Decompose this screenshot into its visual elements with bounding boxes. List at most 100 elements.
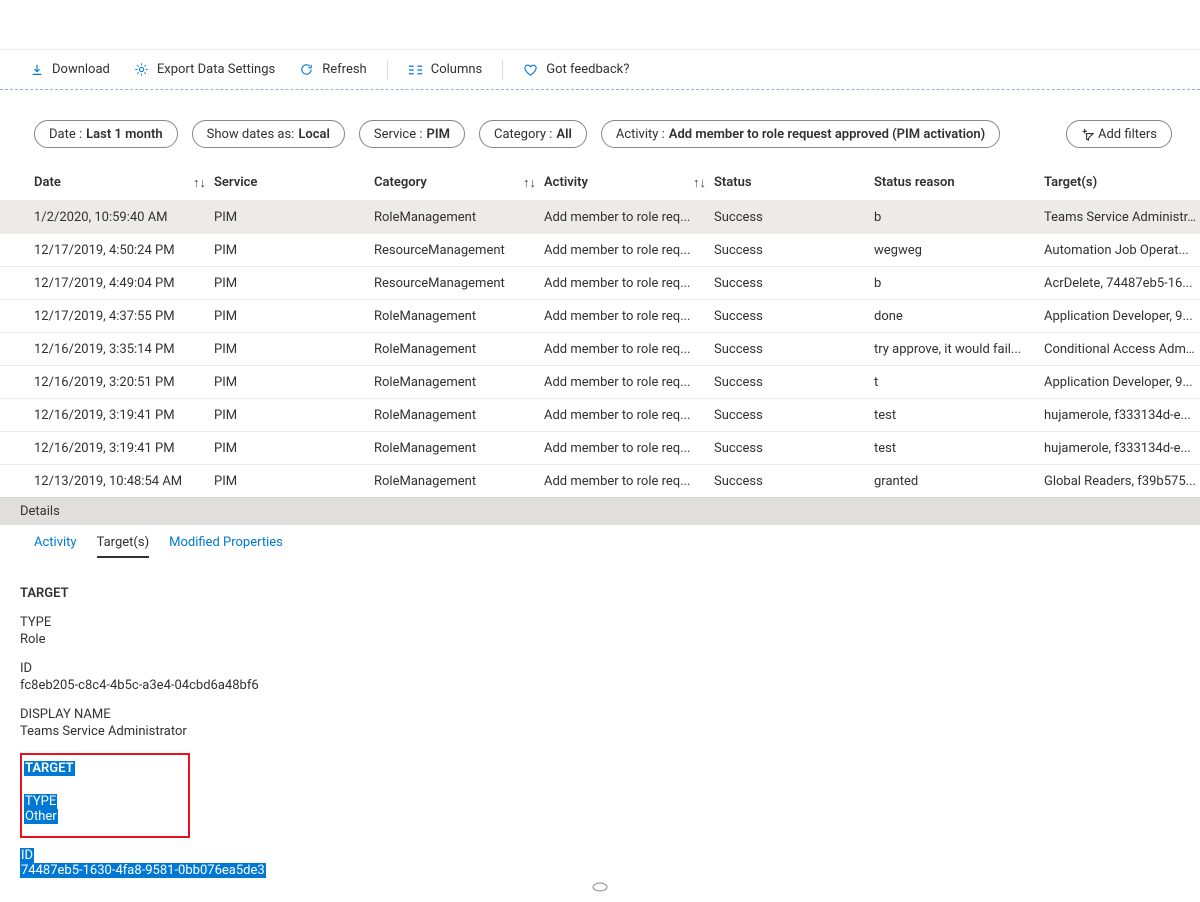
cell-activity: Add member to role req...: [544, 276, 714, 291]
gear-icon: [134, 62, 149, 77]
tab-targets[interactable]: Target(s): [97, 531, 150, 558]
col-status[interactable]: Status: [714, 175, 874, 190]
tab-modified-properties[interactable]: Modified Properties: [169, 531, 283, 558]
splitter-handle[interactable]: [592, 881, 608, 891]
cell-date: 12/16/2019, 3:35:14 PM: [34, 342, 214, 357]
filter-pill-showdates[interactable]: Show dates as: Local: [192, 120, 345, 148]
col-targets[interactable]: Target(s): [1044, 175, 1200, 190]
cell-activity: Add member to role req...: [544, 474, 714, 489]
cell-status: Success: [714, 342, 874, 357]
cell-targets: hujamerole, f333134d-e...: [1044, 441, 1200, 456]
separator: [387, 60, 388, 80]
table-row[interactable]: 12/16/2019, 3:19:41 PMPIMRoleManagementA…: [0, 431, 1200, 464]
cell-targets: Application Developer, 9...: [1044, 309, 1200, 324]
columns-label: Columns: [431, 62, 483, 77]
table-row[interactable]: 12/17/2019, 4:49:04 PMPIMResourceManagem…: [0, 266, 1200, 299]
cell-category: RoleManagement: [374, 408, 544, 423]
type-label: TYPE: [20, 615, 1180, 630]
filter-value: Add member to role request approved (PIM…: [669, 127, 985, 142]
details-body: TARGET TYPE Role ID fc8eb205-c8c4-4b5c-a…: [0, 558, 1200, 888]
separator: [502, 60, 503, 80]
type-value-2: Other: [24, 809, 58, 824]
table-row[interactable]: 12/13/2019, 10:48:54 AMPIMRoleManagement…: [0, 464, 1200, 497]
col-category[interactable]: Category ↑↓: [374, 175, 544, 191]
cell-date: 1/2/2020, 10:59:40 AM: [34, 210, 214, 225]
cell-status: Success: [714, 441, 874, 456]
id-value-2: 74487eb5-1630-4fa8-9581-0bb076ea5de3: [20, 863, 266, 878]
col-label: Service: [214, 175, 257, 190]
filter-key: Service :: [374, 127, 423, 142]
cell-activity: Add member to role req...: [544, 375, 714, 390]
feedback-button[interactable]: Got feedback?: [513, 54, 639, 86]
filter-key: Category :: [494, 127, 552, 142]
tab-activity[interactable]: Activity: [34, 531, 77, 558]
cell-service: PIM: [214, 276, 374, 291]
filter-key: Show dates as:: [207, 127, 295, 142]
cell-reason: try approve, it would fail...: [874, 342, 1044, 357]
table-header: Date ↑↓ Service Category ↑↓ Activity ↑↓ …: [0, 164, 1200, 200]
cell-status: Success: [714, 408, 874, 423]
cell-targets: Conditional Access Adm...: [1044, 342, 1200, 357]
audit-log-table: Date ↑↓ Service Category ↑↓ Activity ↑↓ …: [0, 164, 1200, 497]
col-label: Activity: [544, 175, 588, 190]
cell-targets: Application Developer, 9...: [1044, 375, 1200, 390]
annotation-box: TARGET TYPE Other: [20, 753, 190, 838]
heart-icon: [523, 63, 538, 77]
col-date[interactable]: Date ↑↓: [34, 175, 214, 191]
id-label-2: ID: [20, 848, 34, 863]
cell-service: PIM: [214, 309, 374, 324]
details-tabs: Activity Target(s) Modified Properties: [0, 525, 1200, 558]
sort-icon: ↑↓: [693, 175, 706, 191]
col-status-reason[interactable]: Status reason: [874, 175, 1044, 190]
cell-status: Success: [714, 375, 874, 390]
sort-icon: ↑↓: [523, 175, 536, 191]
table-row[interactable]: 12/17/2019, 4:50:24 PMPIMResourceManagem…: [0, 233, 1200, 266]
target-section-label: TARGET: [20, 586, 1180, 601]
cell-targets: hujamerole, f333134d-e...: [1044, 408, 1200, 423]
table-row[interactable]: 12/16/2019, 3:35:14 PMPIMRoleManagementA…: [0, 332, 1200, 365]
export-data-settings-button[interactable]: Export Data Settings: [124, 54, 285, 86]
cell-targets: AcrDelete, 74487eb5-16...: [1044, 276, 1200, 291]
filter-value: Last 1 month: [86, 127, 162, 142]
filter-pill-service[interactable]: Service : PIM: [359, 120, 465, 148]
cell-status: Success: [714, 243, 874, 258]
add-filters-label: Add filters: [1098, 127, 1157, 142]
cell-date: 12/16/2019, 3:19:41 PM: [34, 441, 214, 456]
col-service[interactable]: Service: [214, 175, 374, 190]
cell-activity: Add member to role req...: [544, 210, 714, 225]
table-row[interactable]: 1/2/2020, 10:59:40 AMPIMRoleManagementAd…: [0, 200, 1200, 233]
filter-pill-activity[interactable]: Activity : Add member to role request ap…: [601, 120, 1000, 148]
col-label: Date: [34, 175, 61, 190]
cell-service: PIM: [214, 243, 374, 258]
filter-bar: Date : Last 1 month Show dates as: Local…: [0, 90, 1200, 164]
cell-reason: b: [874, 210, 1044, 225]
columns-button[interactable]: Columns: [398, 54, 493, 86]
cell-reason: b: [874, 276, 1044, 291]
table-row[interactable]: 12/16/2019, 3:19:41 PMPIMRoleManagementA…: [0, 398, 1200, 431]
filter-value: PIM: [427, 127, 450, 142]
table-row[interactable]: 12/16/2019, 3:20:51 PMPIMRoleManagementA…: [0, 365, 1200, 398]
cell-status: Success: [714, 276, 874, 291]
cell-date: 12/16/2019, 3:19:41 PM: [34, 408, 214, 423]
filter-key: Activity :: [616, 127, 665, 142]
download-label: Download: [52, 62, 110, 77]
cell-activity: Add member to role req...: [544, 342, 714, 357]
col-activity[interactable]: Activity ↑↓: [544, 175, 714, 191]
table-row[interactable]: 12/17/2019, 4:37:55 PMPIMRoleManagementA…: [0, 299, 1200, 332]
cell-reason: test: [874, 441, 1044, 456]
refresh-button[interactable]: Refresh: [289, 54, 376, 86]
download-button[interactable]: Download: [20, 54, 120, 86]
columns-icon: [408, 64, 423, 76]
cell-category: RoleManagement: [374, 342, 544, 357]
filter-pill-category[interactable]: Category : All: [479, 120, 587, 148]
sort-icon: ↑↓: [193, 175, 206, 191]
cell-date: 12/16/2019, 3:20:51 PM: [34, 375, 214, 390]
cell-reason: granted: [874, 474, 1044, 489]
filter-key: Date :: [49, 127, 82, 142]
id-label: ID: [20, 661, 1180, 676]
cell-category: RoleManagement: [374, 441, 544, 456]
filter-pill-date[interactable]: Date : Last 1 month: [34, 120, 178, 148]
cell-service: PIM: [214, 408, 374, 423]
add-filters-button[interactable]: Add filters: [1066, 120, 1172, 148]
cell-reason: wegweg: [874, 243, 1044, 258]
